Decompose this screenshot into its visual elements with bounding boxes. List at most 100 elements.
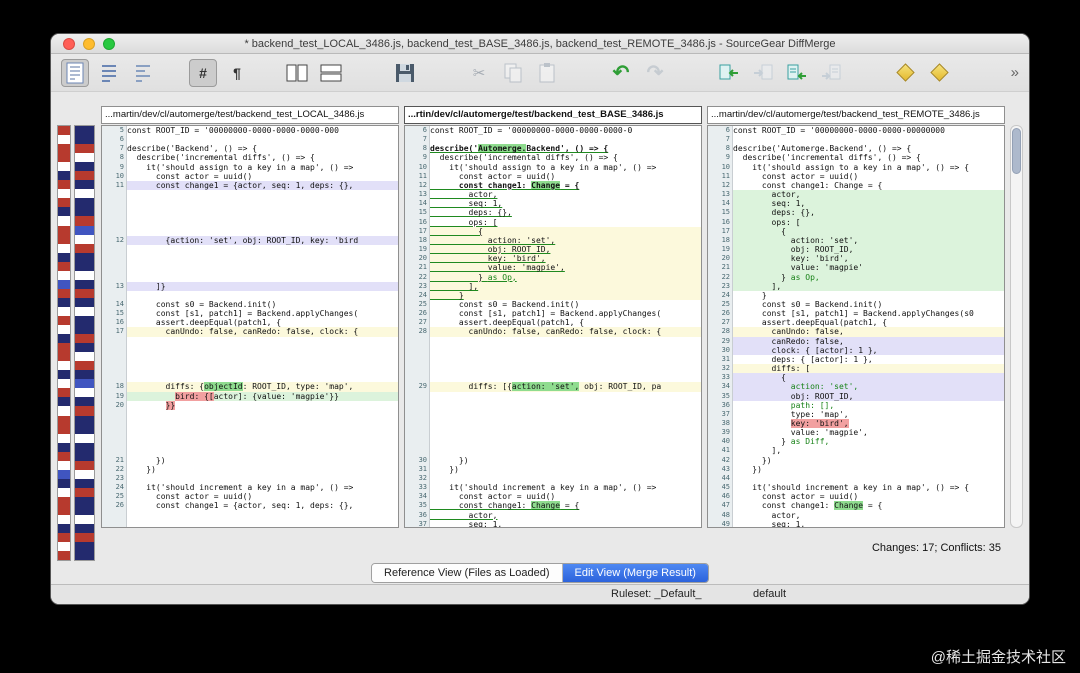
code-line[interactable] xyxy=(102,510,398,520)
close-window-button[interactable] xyxy=(63,38,75,50)
code-line[interactable]: 24 } xyxy=(708,290,1004,300)
code-line[interactable]: 15 deps: {}, xyxy=(708,208,1004,218)
code-line[interactable] xyxy=(102,254,398,264)
code-line[interactable]: 31 deps: { [actor]: 1 }, xyxy=(708,354,1004,365)
reference-view-button[interactable]: Reference View (Files as Loaded) xyxy=(372,564,563,582)
code-line[interactable]: 8 describe('Automerge.Backend', () => { xyxy=(405,144,701,154)
code-line[interactable] xyxy=(102,345,398,355)
minimap-column-right[interactable] xyxy=(73,125,95,561)
code-line[interactable]: 11 const actor = uuid() xyxy=(405,171,701,181)
code-line[interactable] xyxy=(405,428,701,438)
code-line[interactable]: 48 actor, xyxy=(708,510,1004,520)
code-line[interactable]: 7 xyxy=(708,135,1004,145)
code-line[interactable]: 21 value: 'magpie' xyxy=(708,263,1004,273)
code-line[interactable]: 43 }) xyxy=(708,464,1004,474)
code-line[interactable]: 17 canUndo: false, canRedo: false, clock… xyxy=(102,327,398,337)
code-line[interactable]: 33 { xyxy=(708,373,1004,383)
code-line[interactable]: 36 path: [], xyxy=(708,400,1004,410)
code-line[interactable]: 35 obj: ROOT_ID, xyxy=(708,391,1004,401)
code-line[interactable] xyxy=(102,428,398,438)
code-line[interactable]: 6 const ROOT_ID = '00000000-0000-0000-000… xyxy=(405,126,701,136)
code-line[interactable] xyxy=(405,437,701,447)
code-line[interactable] xyxy=(102,263,398,273)
code-line[interactable]: 11 const change1 = {actor, seq: 1, deps:… xyxy=(102,180,398,191)
code-line[interactable]: 10 it('should assign to a key in a map',… xyxy=(708,162,1004,172)
previous-conflict-button[interactable] xyxy=(891,59,919,87)
code-line[interactable]: 32 xyxy=(405,473,701,484)
code-line[interactable]: 28 canUndo: false, canRedo: false, clock… xyxy=(405,327,701,337)
code-line[interactable]: 14 const s0 = Backend.init() xyxy=(102,299,398,310)
code-line[interactable] xyxy=(102,217,398,227)
code-line[interactable] xyxy=(102,245,398,255)
code-line[interactable] xyxy=(405,400,701,410)
folder-diff-view-button[interactable] xyxy=(95,59,123,87)
remote-code-view[interactable]: 6 const ROOT_ID = '00000000-0000-0000-000… xyxy=(707,125,1005,528)
code-line[interactable]: 12 {action: 'set', obj: ROOT_ID, key: 'b… xyxy=(102,235,398,246)
code-line[interactable]: 7 describe('Backend', () => { xyxy=(102,144,398,154)
code-line[interactable]: 46 const actor = uuid() xyxy=(708,492,1004,502)
code-line[interactable]: 16 ops: [ xyxy=(708,217,1004,227)
code-line[interactable]: 25 const s0 = Backend.init() xyxy=(708,299,1004,310)
code-line[interactable]: 6 xyxy=(102,135,398,145)
code-line[interactable] xyxy=(405,419,701,429)
code-line[interactable]: 42 }) xyxy=(708,455,1004,465)
code-line[interactable]: 14 seq: 1, xyxy=(405,199,701,209)
code-line[interactable]: 8 describe('Automerge.Backend', () => { xyxy=(708,144,1004,154)
code-line[interactable]: 32 diffs: [ xyxy=(708,364,1004,374)
code-line[interactable] xyxy=(405,391,701,401)
code-line[interactable] xyxy=(405,336,701,346)
code-line[interactable]: 16 ops: [ xyxy=(405,217,701,227)
code-line[interactable] xyxy=(102,437,398,447)
code-line[interactable] xyxy=(405,364,701,374)
toolbar-overflow-button[interactable]: » xyxy=(1011,64,1019,81)
code-line[interactable] xyxy=(102,336,398,346)
code-line[interactable]: 9 describe('incremental diffs', () => { xyxy=(405,153,701,163)
code-line[interactable]: 16 assert.deepEqual(patch1, { xyxy=(102,318,398,328)
minimap-column-left[interactable] xyxy=(57,125,71,561)
code-line[interactable] xyxy=(102,226,398,236)
paste-button[interactable] xyxy=(533,59,561,87)
code-line[interactable] xyxy=(102,373,398,383)
code-line[interactable]: 9 it('should assign to a key in a map', … xyxy=(102,162,398,172)
code-line[interactable]: 40 } as Diff, xyxy=(708,437,1004,447)
code-line[interactable]: 49 seq: 1, xyxy=(708,519,1004,527)
code-line[interactable]: 5 const ROOT_ID = '00000000-0000-0000-000… xyxy=(102,126,398,136)
code-line[interactable]: 17 { xyxy=(708,226,1004,236)
code-line[interactable]: 47 const change1: Change = { xyxy=(708,501,1004,511)
code-line[interactable]: 18 diffs: {objectId: ROOT_ID, type: 'map… xyxy=(102,382,398,392)
diff-overview-minimap[interactable] xyxy=(57,125,95,561)
code-line[interactable]: 36 actor, xyxy=(405,510,701,520)
code-line[interactable]: 15 const [s1, patch1] = Backend.applyCha… xyxy=(102,309,398,319)
code-line[interactable]: 30 }) xyxy=(405,455,701,465)
minimize-window-button[interactable] xyxy=(83,38,95,50)
scrollbar-thumb[interactable] xyxy=(1012,128,1021,174)
code-line[interactable]: 25 const s0 = Backend.init() xyxy=(405,299,701,310)
code-line[interactable] xyxy=(102,446,398,456)
code-line[interactable]: 27 assert.deepEqual(patch1, { xyxy=(708,318,1004,328)
code-line[interactable]: 24 it('should increment a key in a map',… xyxy=(102,483,398,493)
code-line[interactable] xyxy=(102,272,398,282)
cut-button[interactable]: ✂ xyxy=(465,59,493,87)
code-line[interactable]: 23 ], xyxy=(405,281,701,291)
apply-all-right-button[interactable] xyxy=(817,59,845,87)
code-line[interactable] xyxy=(405,446,701,456)
next-conflict-button[interactable] xyxy=(925,59,953,87)
code-line[interactable]: 25 const actor = uuid() xyxy=(102,492,398,502)
code-line[interactable]: 23 xyxy=(102,473,398,484)
line-numbers-toggle-button[interactable]: # xyxy=(189,58,217,87)
code-line[interactable] xyxy=(102,199,398,209)
code-line[interactable]: 19 bird: {[actor]: {value: 'magpie'}} xyxy=(102,391,398,401)
code-line[interactable]: 20 key: 'bird', xyxy=(405,254,701,264)
code-line[interactable]: 45 it('should increment a key in a map',… xyxy=(708,483,1004,493)
code-line[interactable]: 12 const change1: Change = { xyxy=(405,180,701,191)
edit-view-button[interactable]: Edit View (Merge Result) xyxy=(562,564,708,582)
code-line[interactable]: 44 xyxy=(708,473,1004,484)
save-button[interactable] xyxy=(391,59,419,87)
code-line[interactable]: 31 }) xyxy=(405,464,701,474)
code-line[interactable]: 9 describe('incremental diffs', () => { xyxy=(708,153,1004,163)
code-line[interactable]: 20 }} xyxy=(102,400,398,410)
code-line[interactable]: 29 canRedo: false, xyxy=(708,336,1004,346)
code-line[interactable]: 34 action: 'set', xyxy=(708,382,1004,392)
code-line[interactable]: 22 }) xyxy=(102,464,398,474)
code-line[interactable] xyxy=(405,409,701,419)
